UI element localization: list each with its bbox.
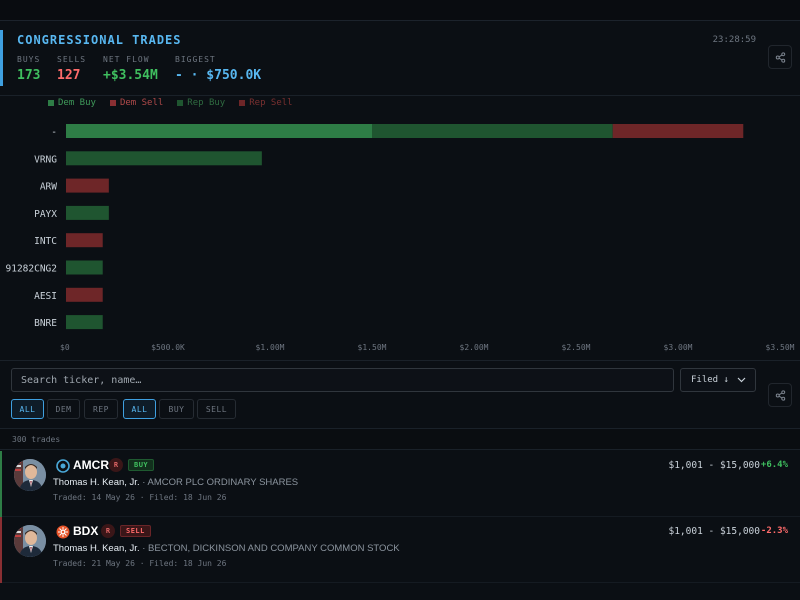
x-tick-label: $1.50M — [358, 343, 387, 352]
chart-legend: Dem Buy Dem Sell Rep Buy Rep Sell — [48, 98, 293, 108]
clock: 23:28:59 — [712, 35, 756, 45]
legend-swatch — [48, 100, 54, 106]
stat-netflow-value: +$3.54M — [103, 68, 158, 83]
legend-rep-sell[interactable]: Rep Sell — [239, 98, 293, 108]
category-label: 91282CNG2 — [6, 264, 57, 275]
bar-segment — [66, 287, 103, 302]
bar-segment — [66, 233, 103, 248]
share-icon — [775, 389, 785, 401]
price-change: -2.3% — [760, 526, 788, 536]
stat-biggest-value: - · $750.0K — [175, 68, 262, 83]
legend-label: Dem Sell — [119, 98, 164, 108]
trade-row[interactable]: AMCR R BUY Thomas H. Kean, Jr. · AMCOR P… — [0, 451, 800, 517]
stat-sells-value: 127 — [57, 68, 81, 83]
sort-dropdown[interactable]: Filed ↓ — [680, 368, 756, 392]
party-badge: R — [109, 458, 123, 472]
header-accent-bar — [0, 30, 3, 86]
trade-dates: Traded: 14 May 26 · Filed: 18 Jun 26 — [53, 493, 226, 502]
x-tick-label: $0 — [60, 343, 70, 352]
member-line: Thomas H. Kean, Jr. · AMCOR PLC ORDINARY… — [53, 477, 298, 488]
side-filter-buy[interactable]: BUY — [159, 399, 194, 419]
share-button[interactable] — [768, 45, 792, 69]
stat-sells-label: SELLS — [57, 55, 87, 64]
side-filter-sell[interactable]: SELL — [197, 399, 236, 419]
party-filter-rep[interactable]: REP — [84, 399, 118, 419]
legend-dem-buy[interactable]: Dem Buy — [48, 98, 96, 108]
ticker-symbol[interactable]: BDX — [73, 524, 98, 538]
ticker-symbol[interactable]: AMCR — [73, 458, 109, 472]
company-name: · BECTON, DICKINSON AND COMPANY COMMON S… — [139, 543, 400, 554]
sort-label: Filed ↓ — [691, 375, 729, 385]
party-filter-dem[interactable]: DEM — [47, 399, 80, 419]
category-label: ARW — [40, 182, 57, 193]
x-tick-label: $3.00M — [664, 343, 693, 352]
share-icon — [775, 51, 785, 63]
bar-segment — [66, 124, 372, 138]
bar-segment — [66, 315, 103, 330]
company-name: · AMCOR PLC ORDINARY SHARES — [139, 477, 299, 488]
bar-segment — [66, 151, 262, 166]
legend-swatch — [239, 100, 246, 106]
trade-side-accent — [0, 517, 2, 583]
category-label: - — [51, 127, 57, 138]
amount-range: $1,001 - $15,000 — [668, 460, 760, 471]
member-line: Thomas H. Kean, Jr. · BECTON, DICKINSON … — [53, 543, 400, 554]
stat-buys-value: 173 — [17, 68, 41, 83]
legend-dem-sell[interactable]: Dem Sell — [109, 98, 164, 108]
legend-swatch — [177, 100, 184, 106]
stat-biggest-label: BIGGEST — [175, 55, 216, 64]
share-list-button[interactable] — [768, 383, 792, 407]
member-name[interactable]: Thomas H. Kean, Jr. — [53, 477, 140, 488]
party-filter-all[interactable]: ALL — [11, 399, 44, 419]
x-tick-label: $2.50M — [562, 343, 591, 352]
avatar — [14, 459, 46, 491]
legend-rep-buy[interactable]: Rep Buy — [177, 98, 225, 108]
traded-date: Traded: 21 May 26 — [53, 559, 135, 568]
category-label: BNRE — [34, 318, 57, 329]
legend-label: Dem Buy — [58, 98, 96, 108]
trade-count: 300 trades — [12, 435, 61, 444]
side-badge: BUY — [128, 459, 155, 471]
category-label: INTC — [34, 236, 57, 247]
amcor-logo-icon — [56, 459, 70, 473]
price-change: +6.4% — [760, 460, 788, 470]
avatar — [14, 525, 46, 557]
bar-segment — [66, 260, 103, 275]
trade-count-row: 300 trades — [0, 428, 800, 450]
x-tick-label: $3.50M — [766, 343, 795, 352]
stat-netflow-label: NET FLOW — [103, 55, 150, 64]
legend-label: Rep Buy — [187, 98, 226, 108]
category-label: VRNG — [34, 154, 57, 165]
bar-segment — [66, 178, 109, 193]
side-filter-all[interactable]: ALL — [123, 399, 156, 419]
x-tick-label: $1.00M — [256, 343, 285, 352]
member-name[interactable]: Thomas H. Kean, Jr. — [53, 543, 140, 554]
ticker-flow-chart: - VRNG ARW PAYX INTC 91282CNG2 AESI BNRE $0 $500.… — [6, 124, 795, 352]
legend-swatch — [109, 100, 116, 106]
search-input[interactable] — [11, 368, 674, 392]
legend-label: Rep Sell — [249, 98, 293, 108]
bar-segment — [372, 124, 613, 138]
side-badge: SELL — [120, 525, 151, 537]
filed-date: · Filed: 18 Jun 26 — [139, 493, 227, 502]
trade-dates: Traded: 21 May 26 · Filed: 18 Jun 26 — [53, 559, 226, 568]
category-label: AESI — [34, 291, 57, 302]
amount-range: $1,001 - $15,000 — [668, 526, 760, 537]
chevron-down-icon — [737, 377, 746, 383]
trade-side-accent — [0, 451, 2, 517]
x-tick-label: $2.00M — [460, 343, 489, 352]
panel-title: CONGRESSIONAL TRADES — [17, 33, 182, 47]
x-tick-label: $500.0K — [151, 343, 185, 352]
bar-segment — [66, 205, 109, 220]
bar-segment — [612, 124, 744, 138]
party-badge: R — [101, 524, 115, 538]
trade-row[interactable]: BDX R SELL Thomas H. Kean, Jr. · BECTON,… — [0, 517, 800, 583]
category-label: PAYX — [34, 209, 57, 220]
filed-date: · Filed: 18 Jun 26 — [139, 559, 227, 568]
bd-logo-icon — [56, 525, 70, 539]
traded-date: Traded: 14 May 26 — [53, 493, 135, 502]
stat-buys-label: BUYS — [17, 55, 41, 64]
